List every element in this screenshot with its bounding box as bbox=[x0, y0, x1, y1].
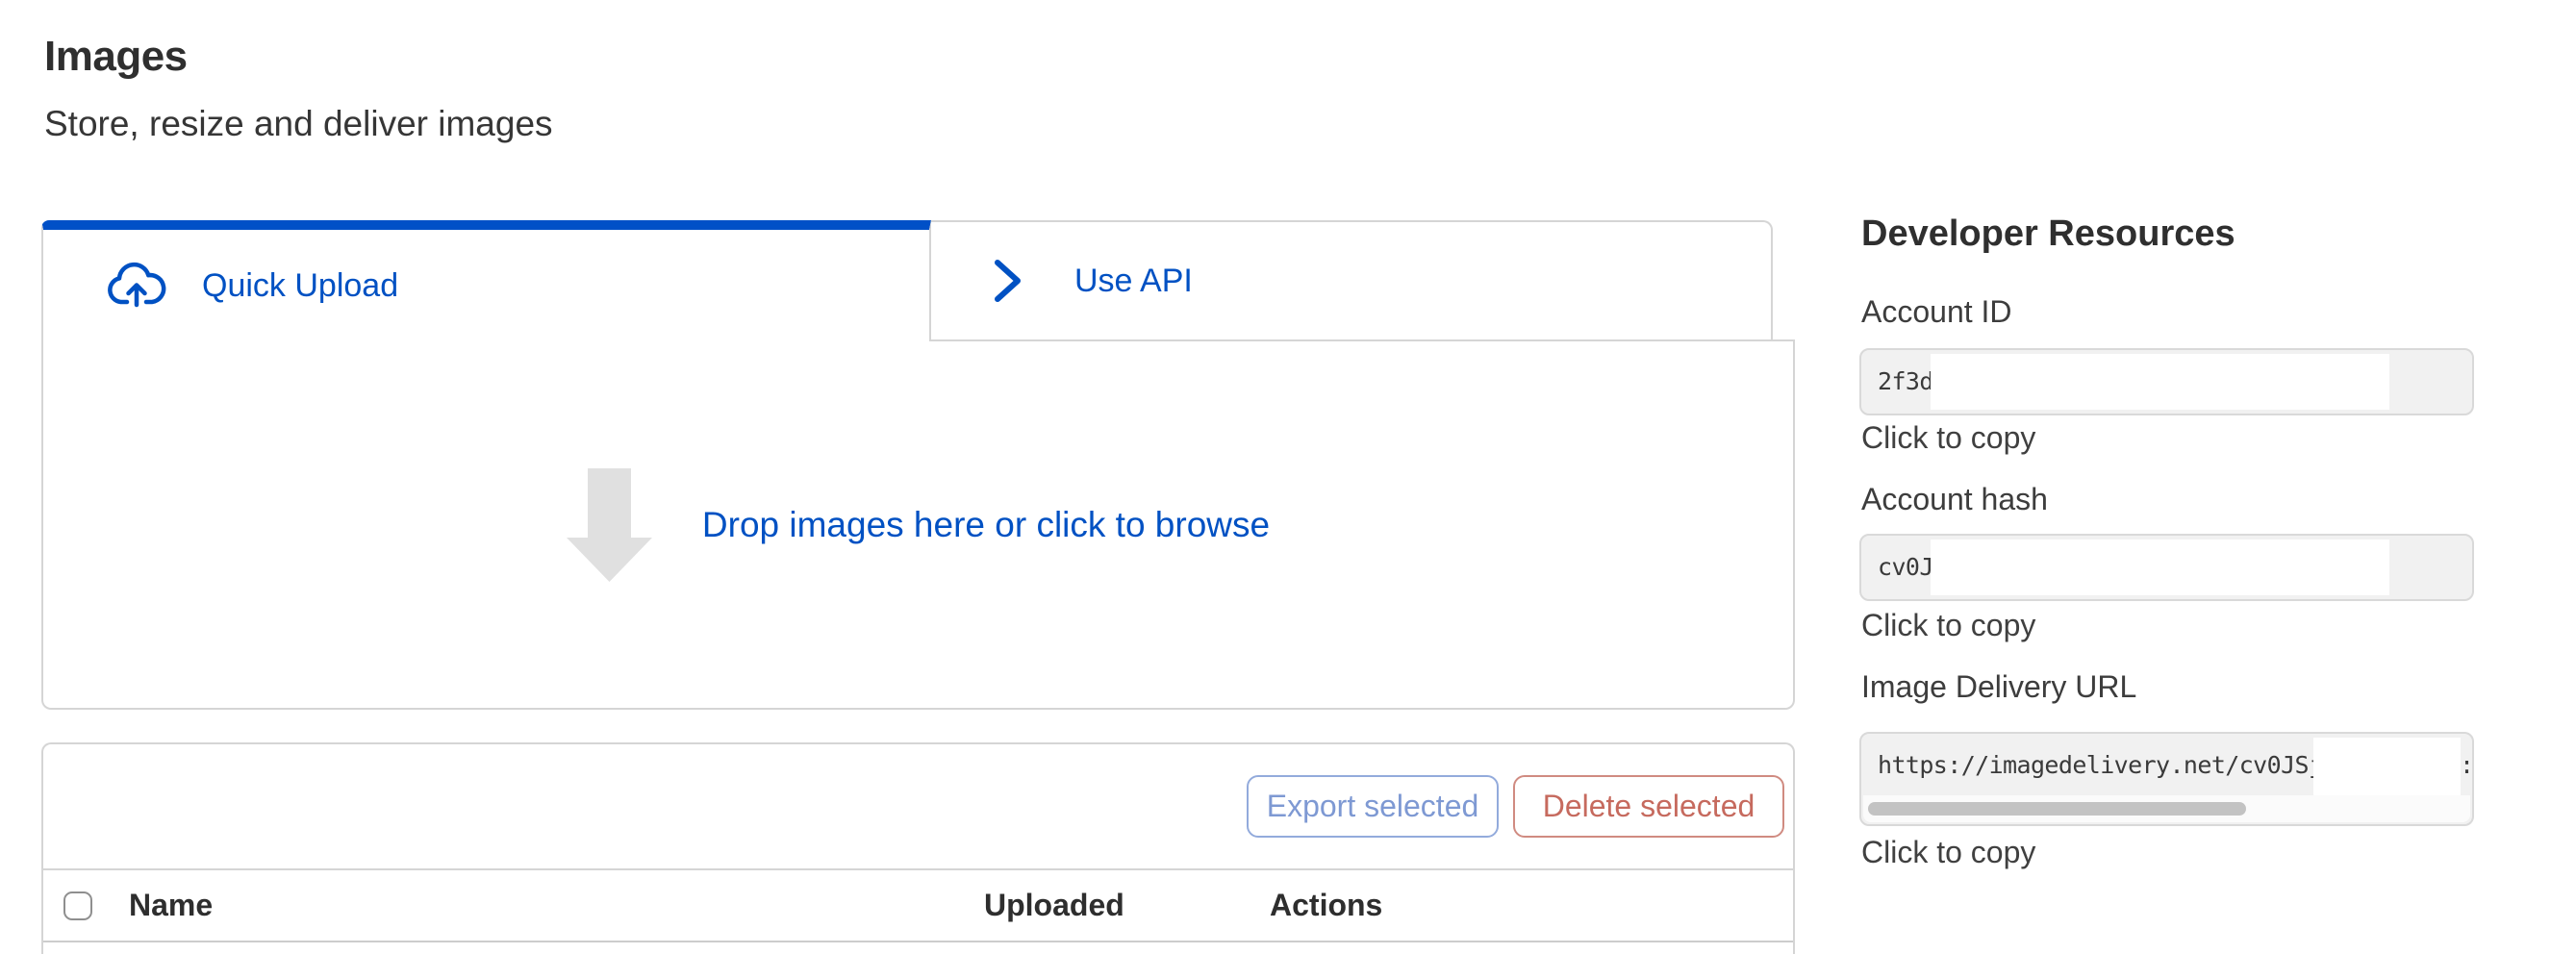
select-all-checkbox[interactable] bbox=[63, 891, 92, 920]
image-delivery-url-copy-hint: Click to copy bbox=[1861, 835, 2035, 870]
redaction-overlay bbox=[1931, 354, 2389, 410]
scrollbar-thumb[interactable] bbox=[1868, 802, 2246, 816]
redaction-overlay bbox=[2313, 738, 2461, 795]
dropzone-label: Drop images here or click to browse bbox=[702, 505, 1270, 545]
account-id-label: Account ID bbox=[1861, 294, 2012, 330]
account-hash-copy-hint: Click to copy bbox=[1861, 608, 2035, 643]
column-header-actions: Actions bbox=[1270, 870, 1382, 941]
tab-quick-upload-label: Quick Upload bbox=[202, 267, 398, 305]
images-page: Images Store, resize and deliver images … bbox=[0, 0, 2576, 954]
cloud-upload-icon bbox=[106, 262, 167, 310]
url-field-scrollbar[interactable] bbox=[1863, 795, 2470, 822]
image-delivery-url-tail: : bbox=[2460, 734, 2473, 796]
delete-selected-button[interactable]: Delete selected bbox=[1513, 775, 1784, 838]
arrow-down-icon bbox=[567, 468, 652, 582]
redaction-overlay bbox=[1931, 540, 2389, 595]
column-header-name: Name bbox=[129, 870, 213, 941]
page-subtitle: Store, resize and deliver images bbox=[44, 104, 553, 144]
image-list-panel: Export selected Delete selected Name Upl… bbox=[41, 742, 1795, 954]
account-id-value: 2f3d bbox=[1878, 350, 1933, 413]
account-id-copy-hint: Click to copy bbox=[1861, 420, 2035, 456]
chevron-right-icon bbox=[992, 258, 1024, 304]
tab-quick-upload[interactable]: Quick Upload bbox=[41, 220, 931, 341]
tab-use-api-label: Use API bbox=[1074, 263, 1193, 300]
image-delivery-url-field[interactable]: https://imagedelivery.net/cv0JSj : bbox=[1859, 732, 2474, 826]
image-delivery-url-value: https://imagedelivery.net/cv0JSj bbox=[1878, 734, 2322, 796]
tab-use-api[interactable]: Use API bbox=[931, 220, 1773, 341]
account-hash-label: Account hash bbox=[1861, 482, 2048, 517]
tab-row-filler bbox=[1773, 220, 1795, 341]
page-title: Images bbox=[44, 33, 188, 81]
export-selected-button[interactable]: Export selected bbox=[1247, 775, 1499, 838]
account-hash-field[interactable]: cv0J bbox=[1859, 534, 2474, 601]
bulk-actions-row: Export selected Delete selected bbox=[43, 744, 1793, 870]
account-hash-value: cv0J bbox=[1878, 536, 1933, 598]
table-header-row: Name Uploaded Actions bbox=[43, 870, 1793, 942]
account-id-field[interactable]: 2f3d bbox=[1859, 348, 2474, 415]
dropzone[interactable]: Drop images here or click to browse bbox=[41, 341, 1795, 710]
developer-resources-heading: Developer Resources bbox=[1861, 213, 2235, 255]
column-header-uploaded: Uploaded bbox=[984, 870, 1124, 941]
image-delivery-url-label: Image Delivery URL bbox=[1861, 669, 2136, 705]
